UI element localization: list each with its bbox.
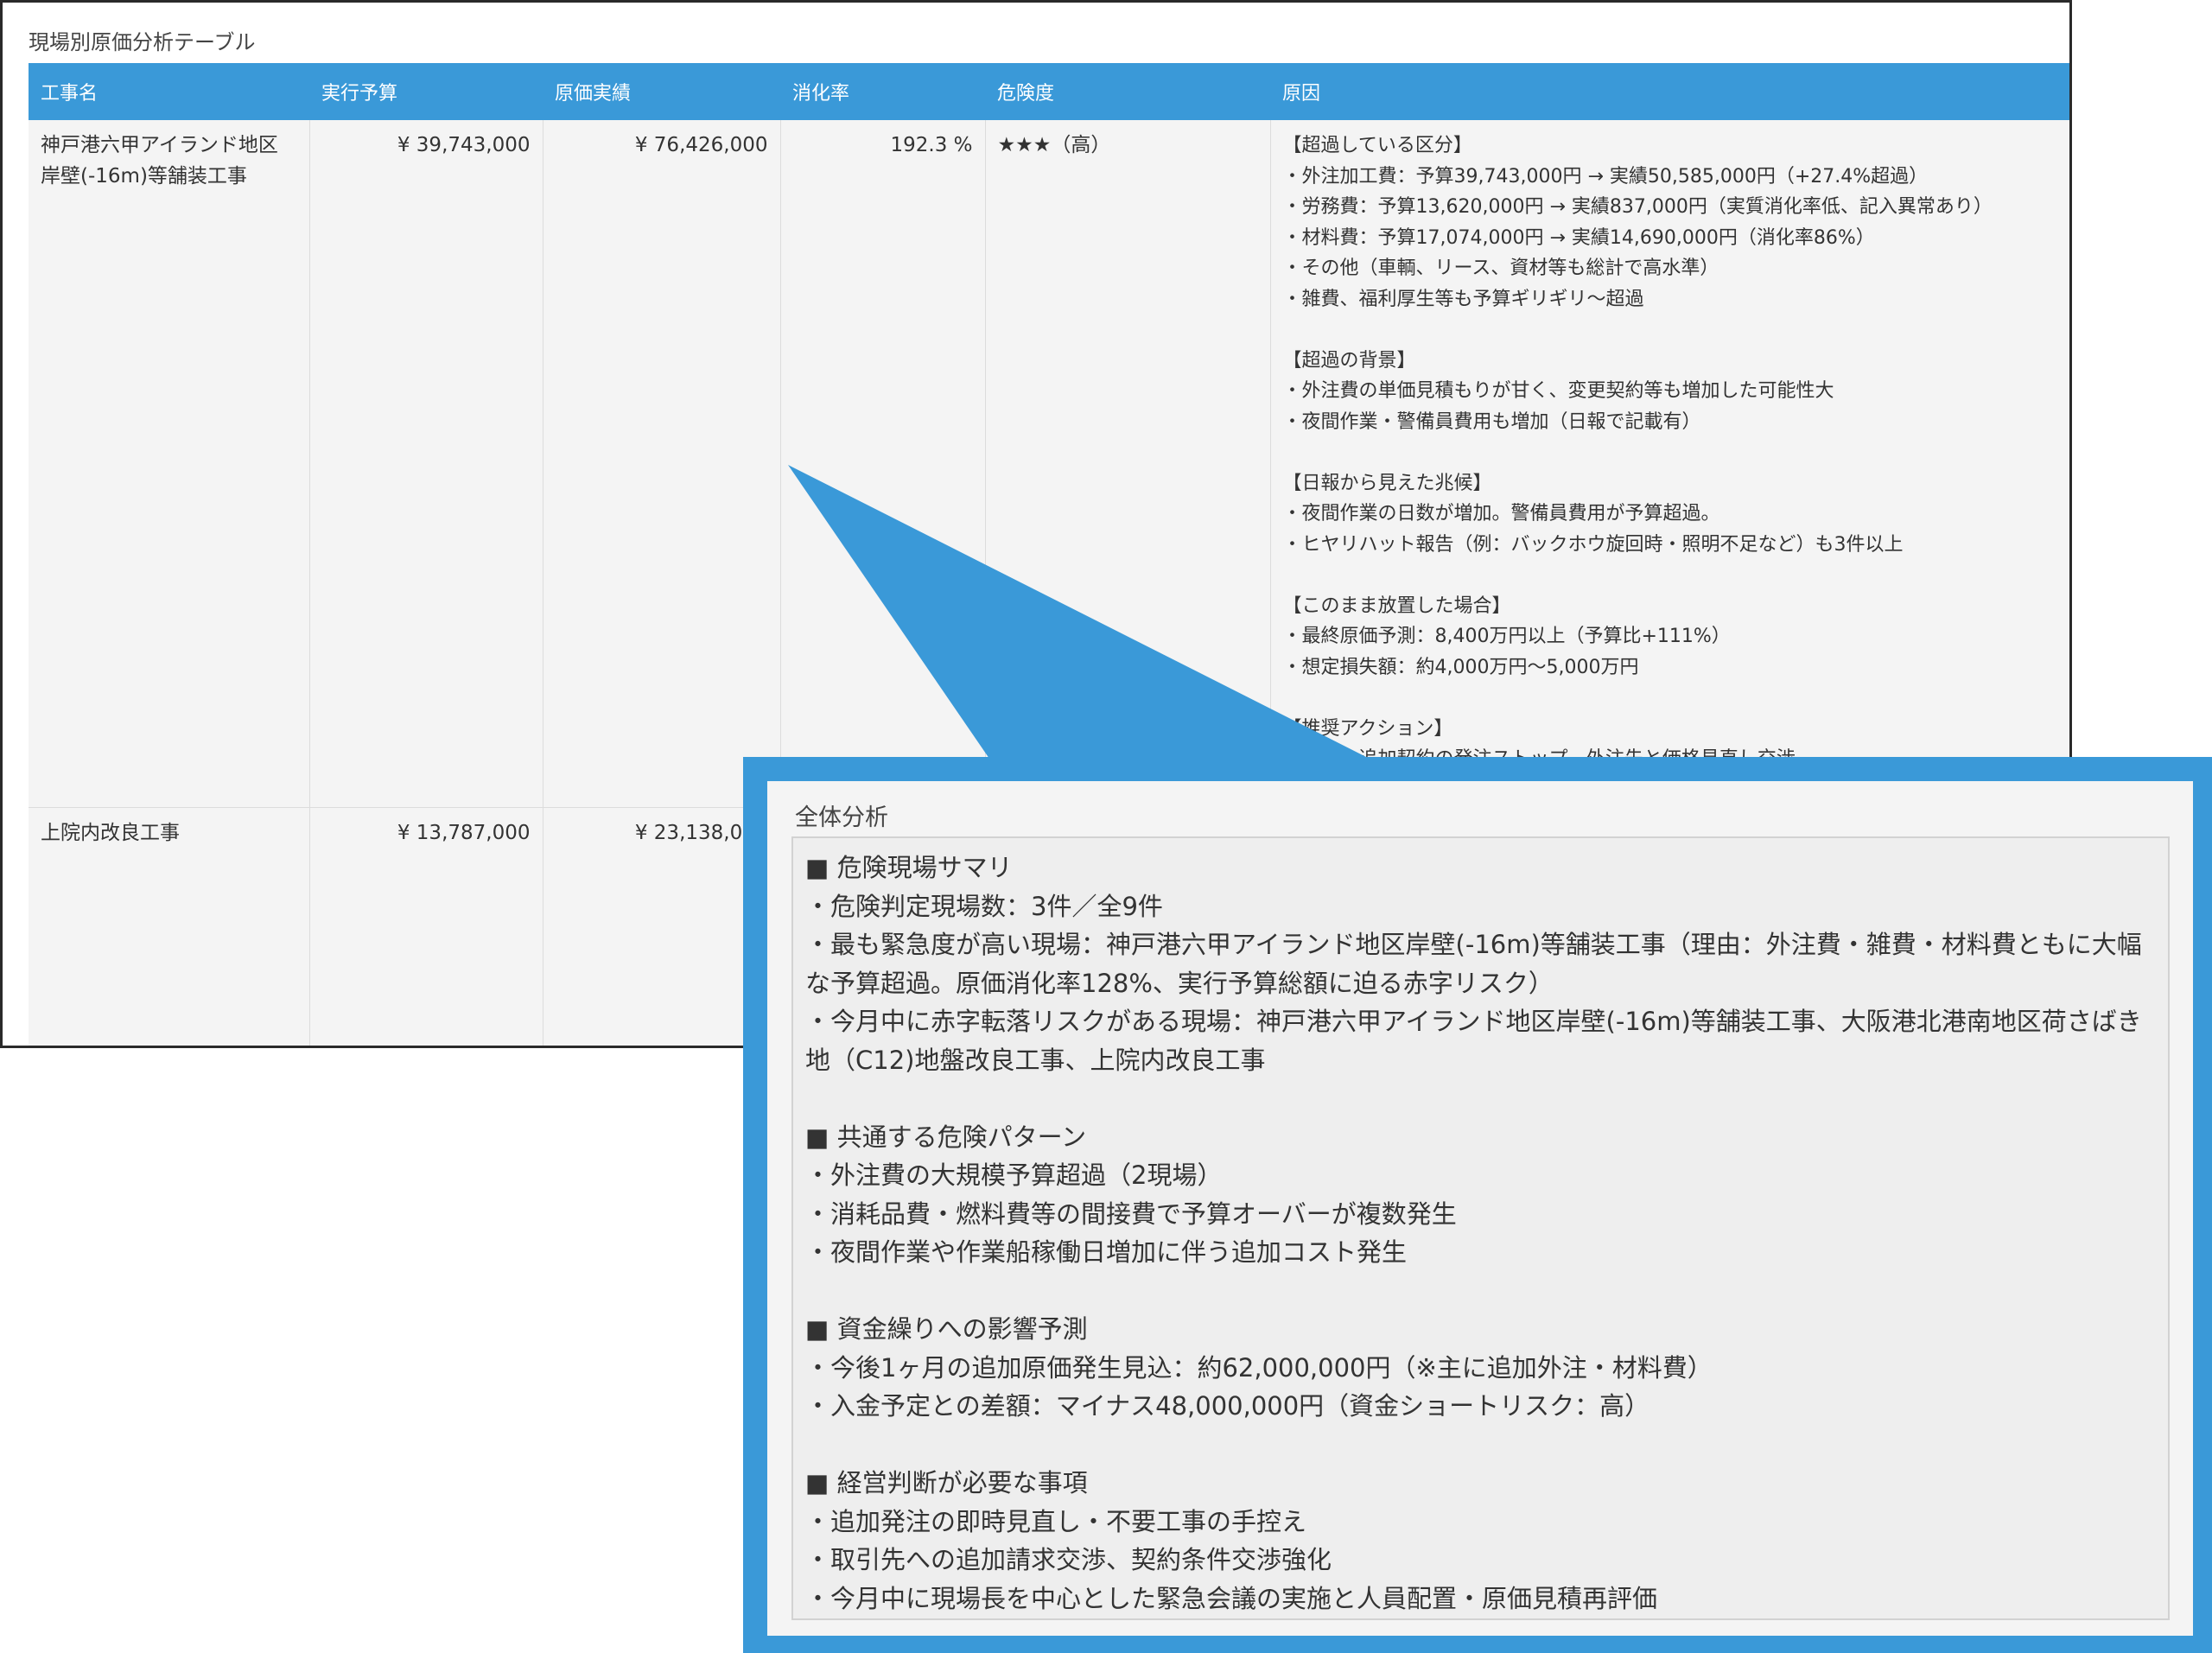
column-header-site-name[interactable]: 工事名 (29, 63, 309, 120)
cause-line: 【このまま放置した場合】 (1282, 594, 1511, 617)
analysis-line: ・取引先への追加請求交渉、契約条件交渉強化 (805, 1545, 1332, 1574)
cause-line: ・その他（車輌、リース、資材等も総計で高水準） (1282, 257, 1719, 279)
cause-line: 【超過している区分】 (1282, 135, 1472, 156)
analysis-line: ・今後1ヶ月の追加原価発生見込：約62,000,000円（※主に追加外注・材料費… (805, 1352, 1713, 1383)
column-header-actual-cost[interactable]: 原価実績 (543, 63, 780, 120)
cause-spacer (1283, 683, 2062, 714)
analysis-line: ・外注費の大規模予算超過（2現場） (805, 1160, 1223, 1190)
section-spacer (805, 1426, 2156, 1465)
section-heading-cashflow-impact: ■ 資金繰りへの影響予測 (805, 1314, 1088, 1344)
analysis-text-box[interactable]: ■ 危険現場サマリ ・危険判定現場数：3件／全9件 ・最も緊急度が高い現場：神戸… (791, 836, 2170, 1620)
cause-line: ・雑費、福利厚生等も予算ギリギリ～超過 (1282, 288, 1644, 310)
analysis-line: ・危険判定現場数：3件／全9件 (805, 891, 1163, 921)
table-row[interactable]: 神戸港六甲アイランド地区岸壁(-16m)等舗装工事 ¥ 39,743,000 ¥… (29, 120, 2069, 808)
analysis-line: ・入金予定との差額：マイナス48,000,000円（資金ショートリスク：高） (805, 1391, 1650, 1421)
cause-line: ・最終原価予測：8,400万円以上（予算比+111%） (1282, 626, 1731, 647)
cause-line: 【超過の背景】 (1282, 349, 1416, 372)
actual-cost-cell: ¥ 76,426,000 (542, 120, 780, 808)
site-name-cell: 神戸港六甲アイランド地区岸壁(-16m)等舗装工事 (29, 120, 309, 808)
cause-line: ・外注費の単価見積もりが甘く、変更契約等も増加した可能性大 (1282, 380, 1834, 402)
cause-spacer (1283, 560, 2062, 591)
column-header-budget[interactable]: 実行予算 (309, 63, 543, 120)
cause-cell: 【超過している区分】 ・外注加工費：予算39,743,000円 → 実績50,5… (1269, 120, 2069, 808)
cause-line: ・夜間作業・警備員費用も増加（日報で記載有） (1282, 410, 1701, 433)
section-heading-common-patterns: ■ 共通する危険パターン (805, 1122, 1087, 1152)
cause-spacer (1283, 315, 2062, 346)
column-header-risk-level[interactable]: 危険度 (985, 63, 1270, 120)
analysis-line: ・今月中に現場長を中心とした緊急会議の実施と人員配置・原価見積再評価 (805, 1583, 1658, 1613)
table-header-row: 工事名 実行予算 原価実績 消化率 危険度 原因 (29, 63, 2069, 120)
analysis-line: ・今月中に赤字転落リスクがある現場：神戸港六甲アイランド地区岸壁(-16m)等舗… (805, 1007, 2142, 1075)
cause-line: ・外注加工費：予算39,743,000円 → 実績50,585,000円（+27… (1282, 165, 1929, 188)
cause-line: ・材料費：予算17,074,000円 → 実績14,690,000円（消化率86… (1282, 226, 1875, 249)
cause-line: ・労務費：予算13,620,000円 → 実績837,000円（実質消化率低、記… (1282, 196, 1993, 218)
cause-line: 【日報から見えた兆候】 (1282, 472, 1492, 494)
section-spacer (805, 1272, 2156, 1311)
table-title: 現場別原価分析テーブル (29, 30, 256, 54)
section-heading-risk-summary: ■ 危険現場サマリ (805, 853, 1013, 882)
overall-analysis-callout: 全体分析 ■ 危険現場サマリ ・危険判定現場数：3件／全9件 ・最も緊急度が高い… (743, 757, 2212, 1653)
section-heading-management-decisions: ■ 経営判断が必要な事項 (805, 1468, 1088, 1497)
budget-cell: ¥ 39,743,000 (308, 120, 543, 808)
site-name-cell: 上院内改良工事 (29, 807, 309, 1046)
cause-line: ・夜間作業の日数が増加。警備員費用が予算超過。 (1282, 503, 1720, 525)
budget-cell: ¥ 13,787,000 (308, 807, 543, 1046)
column-header-cause[interactable]: 原因 (1270, 63, 2069, 120)
risk-level-cell: ★★★（高） (984, 120, 1270, 808)
analysis-line: ・最も緊急度が高い現場：神戸港六甲アイランド地区岸壁(-16m)等舗装工事（理由… (805, 930, 2142, 998)
analysis-line: ・消耗品費・燃料費等の間接費で予算オーバーが複数発生 (805, 1198, 1457, 1229)
column-header-consumption-rate[interactable]: 消化率 (780, 63, 985, 120)
analysis-line: ・夜間作業や作業船稼働日増加に伴う追加コスト発生 (805, 1237, 1408, 1267)
section-spacer (805, 1079, 2156, 1118)
cause-line: 【推奨アクション】 (1282, 717, 1453, 740)
overall-analysis-panel: 全体分析 ■ 危険現場サマリ ・危険判定現場数：3件／全9件 ・最も緊急度が高い… (767, 781, 2193, 1636)
cause-spacer (1283, 437, 2062, 468)
analysis-title: 全体分析 (795, 804, 888, 831)
screenshot-stage: 現場別原価分析テーブル 工事名 実行予算 原価実績 消化率 危険度 原因 神戸港… (0, 0, 2212, 1653)
cause-line: ・想定損失額：約4,000万円～5,000万円 (1282, 656, 1639, 678)
analysis-line: ・追加発注の即時見直し・不要工事の手控え (805, 1506, 1307, 1536)
consumption-rate-cell: 192.3 % (779, 120, 985, 808)
cause-line: ・ヒヤリハット報告（例：バックホウ旋回時・照明不足など）も3件以上 (1282, 533, 1904, 556)
